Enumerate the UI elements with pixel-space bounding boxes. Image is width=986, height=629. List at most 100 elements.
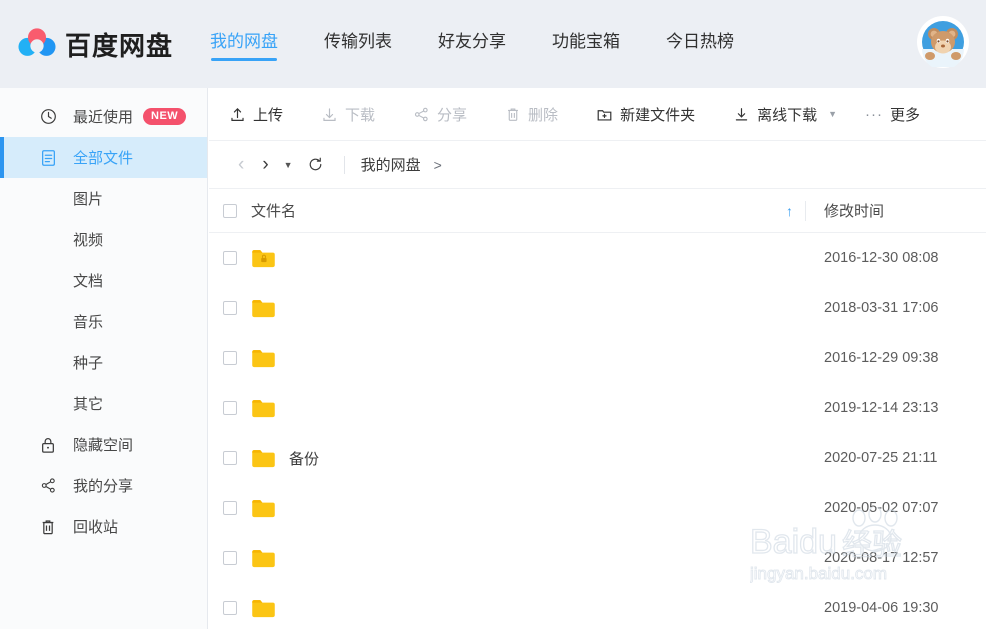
breadcrumb-path-root[interactable]: 我的网盘 (361, 154, 421, 175)
file-name-cell (251, 348, 805, 369)
file-name-cell (251, 398, 805, 419)
file-name-cell (251, 298, 805, 319)
tab-feature-box[interactable]: 功能宝箱 (552, 27, 620, 61)
row-checkbox[interactable] (223, 401, 237, 415)
table-row[interactable]: 2018-03-31 17:06 (209, 283, 986, 333)
sidebar-item-documents[interactable]: 文档 (0, 260, 207, 301)
delete-button[interactable]: 删除 (505, 104, 558, 125)
ellipsis-icon: ··· (865, 105, 884, 123)
sort-asc-arrow-icon[interactable]: ↑ (786, 204, 793, 218)
new-folder-icon (596, 106, 613, 123)
brand-logo[interactable]: 百度网盘 (18, 26, 210, 63)
sidebar-item-all-files[interactable]: 全部文件 (0, 137, 207, 178)
sidebar-item-label: 最近使用 (73, 109, 134, 126)
locked-folder-icon (251, 248, 276, 269)
file-modified-time: 2020-05-02 07:07 (824, 500, 939, 516)
tab-friend-share[interactable]: 好友分享 (438, 27, 506, 61)
sidebar-item-torrents[interactable]: 种子 (0, 342, 207, 383)
sidebar-item-videos[interactable]: 视频 (0, 219, 207, 260)
caret-down-icon[interactable]: ▼ (278, 160, 299, 170)
sidebar-item-others[interactable]: 其它 (0, 383, 207, 424)
upload-button[interactable]: 上传 (229, 104, 283, 125)
table-row[interactable]: 2019-12-14 23:13 (209, 383, 986, 433)
sidebar-item-recycle-bin[interactable]: 回收站 (0, 506, 207, 547)
bear-avatar-icon (919, 18, 967, 67)
column-header-filename-label: 文件名 (251, 203, 297, 220)
table-row[interactable]: 备份 2020-07-25 21:11 (209, 433, 986, 483)
row-select-cell (209, 501, 251, 515)
caret-down-icon[interactable]: ▼ (828, 109, 837, 119)
row-checkbox[interactable] (223, 501, 237, 515)
row-select-cell (209, 601, 251, 615)
table-row[interactable]: 2020-05-02 07:07 (209, 483, 986, 533)
upload-label: 上传 (253, 106, 284, 124)
sidebar-item-music[interactable]: 音乐 (0, 301, 207, 342)
download-button[interactable]: 下载 (321, 104, 375, 125)
tab-transfer-list[interactable]: 传输列表 (324, 27, 392, 61)
table-row[interactable]: 2019-04-06 19:30 (209, 583, 986, 629)
sidebar: 最近使用 NEW 全部文件 图片 视频 文档 音乐 种子 其它 隐藏空间 我的分… (0, 88, 208, 629)
row-checkbox[interactable] (223, 351, 237, 365)
row-checkbox[interactable] (223, 451, 237, 465)
main-content: 上传 下载 分享 删除 新建文件夹 离线下载 ▼ ··· 更多 ‹ › ▼ 我的… (209, 88, 986, 629)
chevron-right-icon[interactable]: › (253, 155, 277, 174)
row-checkbox[interactable] (223, 601, 237, 615)
select-all-checkbox[interactable] (223, 203, 237, 218)
file-name-cell: 备份 (251, 448, 805, 469)
share-button[interactable]: 分享 (413, 104, 467, 125)
folder-icon (251, 348, 276, 369)
share-icon (36, 477, 60, 494)
sidebar-item-recent[interactable]: 最近使用 NEW (0, 96, 207, 137)
new-badge: NEW (143, 108, 187, 125)
row-checkbox[interactable] (223, 551, 237, 565)
more-label: 更多 (890, 106, 921, 124)
chevron-left-icon[interactable]: ‹ (229, 155, 253, 174)
sidebar-item-label: 其它 (73, 396, 104, 413)
breadcrumb-separator: > (433, 156, 442, 173)
row-select-cell (209, 451, 251, 465)
app-header: 百度网盘 我的网盘 传输列表 好友分享 功能宝箱 今日热榜 (0, 0, 986, 88)
column-header-filename[interactable]: 文件名 ↑ (251, 200, 805, 221)
row-select-cell (209, 551, 251, 565)
offline-download-button[interactable]: 离线下载 ▼ (733, 104, 837, 125)
refresh-icon[interactable] (307, 156, 324, 173)
brand-name: 百度网盘 (65, 30, 174, 61)
tab-today-hot[interactable]: 今日热榜 (666, 27, 734, 61)
file-table-header: 文件名 ↑ 修改时间 (209, 189, 986, 233)
sidebar-item-hidden-space[interactable]: 隐藏空间 (0, 424, 207, 465)
sidebar-item-label: 视频 (73, 232, 104, 249)
sidebar-item-pictures[interactable]: 图片 (0, 178, 207, 219)
table-row[interactable]: 2016-12-30 08:08 (209, 233, 986, 283)
download-icon (321, 106, 338, 123)
new-folder-button[interactable]: 新建文件夹 (596, 104, 695, 125)
file-name-cell (251, 498, 805, 519)
file-modified-time: 2016-12-29 09:38 (824, 350, 939, 366)
download-label: 下载 (345, 106, 376, 124)
table-row[interactable]: 2016-12-29 09:38 (209, 333, 986, 383)
file-name-cell (251, 548, 805, 569)
row-checkbox[interactable] (223, 301, 237, 315)
row-checkbox[interactable] (223, 251, 237, 265)
folder-icon (251, 598, 276, 619)
folder-icon (251, 448, 276, 469)
new-folder-label: 新建文件夹 (620, 106, 696, 124)
sidebar-item-my-shares[interactable]: 我的分享 (0, 465, 207, 506)
row-select-cell (209, 251, 251, 265)
column-header-modified[interactable]: 修改时间 (806, 200, 986, 221)
breadcrumb-divider (343, 155, 345, 174)
folder-icon (251, 398, 276, 419)
table-row[interactable]: 2020-08-17 12:57 (209, 533, 986, 583)
sidebar-item-label: 音乐 (73, 314, 104, 331)
tab-my-netdisk[interactable]: 我的网盘 (210, 27, 278, 61)
folder-icon (251, 548, 276, 569)
folder-icon (251, 298, 276, 319)
file-modified-time: 2019-04-06 19:30 (824, 600, 939, 616)
upload-icon (229, 106, 246, 123)
share-icon (413, 106, 430, 123)
sidebar-item-label: 种子 (73, 355, 104, 372)
baidu-cloud-logo-icon (18, 27, 56, 61)
more-button[interactable]: ··· 更多 (865, 104, 920, 125)
offline-download-label: 离线下载 (757, 106, 818, 124)
file-name-label[interactable]: 备份 (289, 448, 319, 469)
avatar[interactable] (917, 16, 969, 68)
